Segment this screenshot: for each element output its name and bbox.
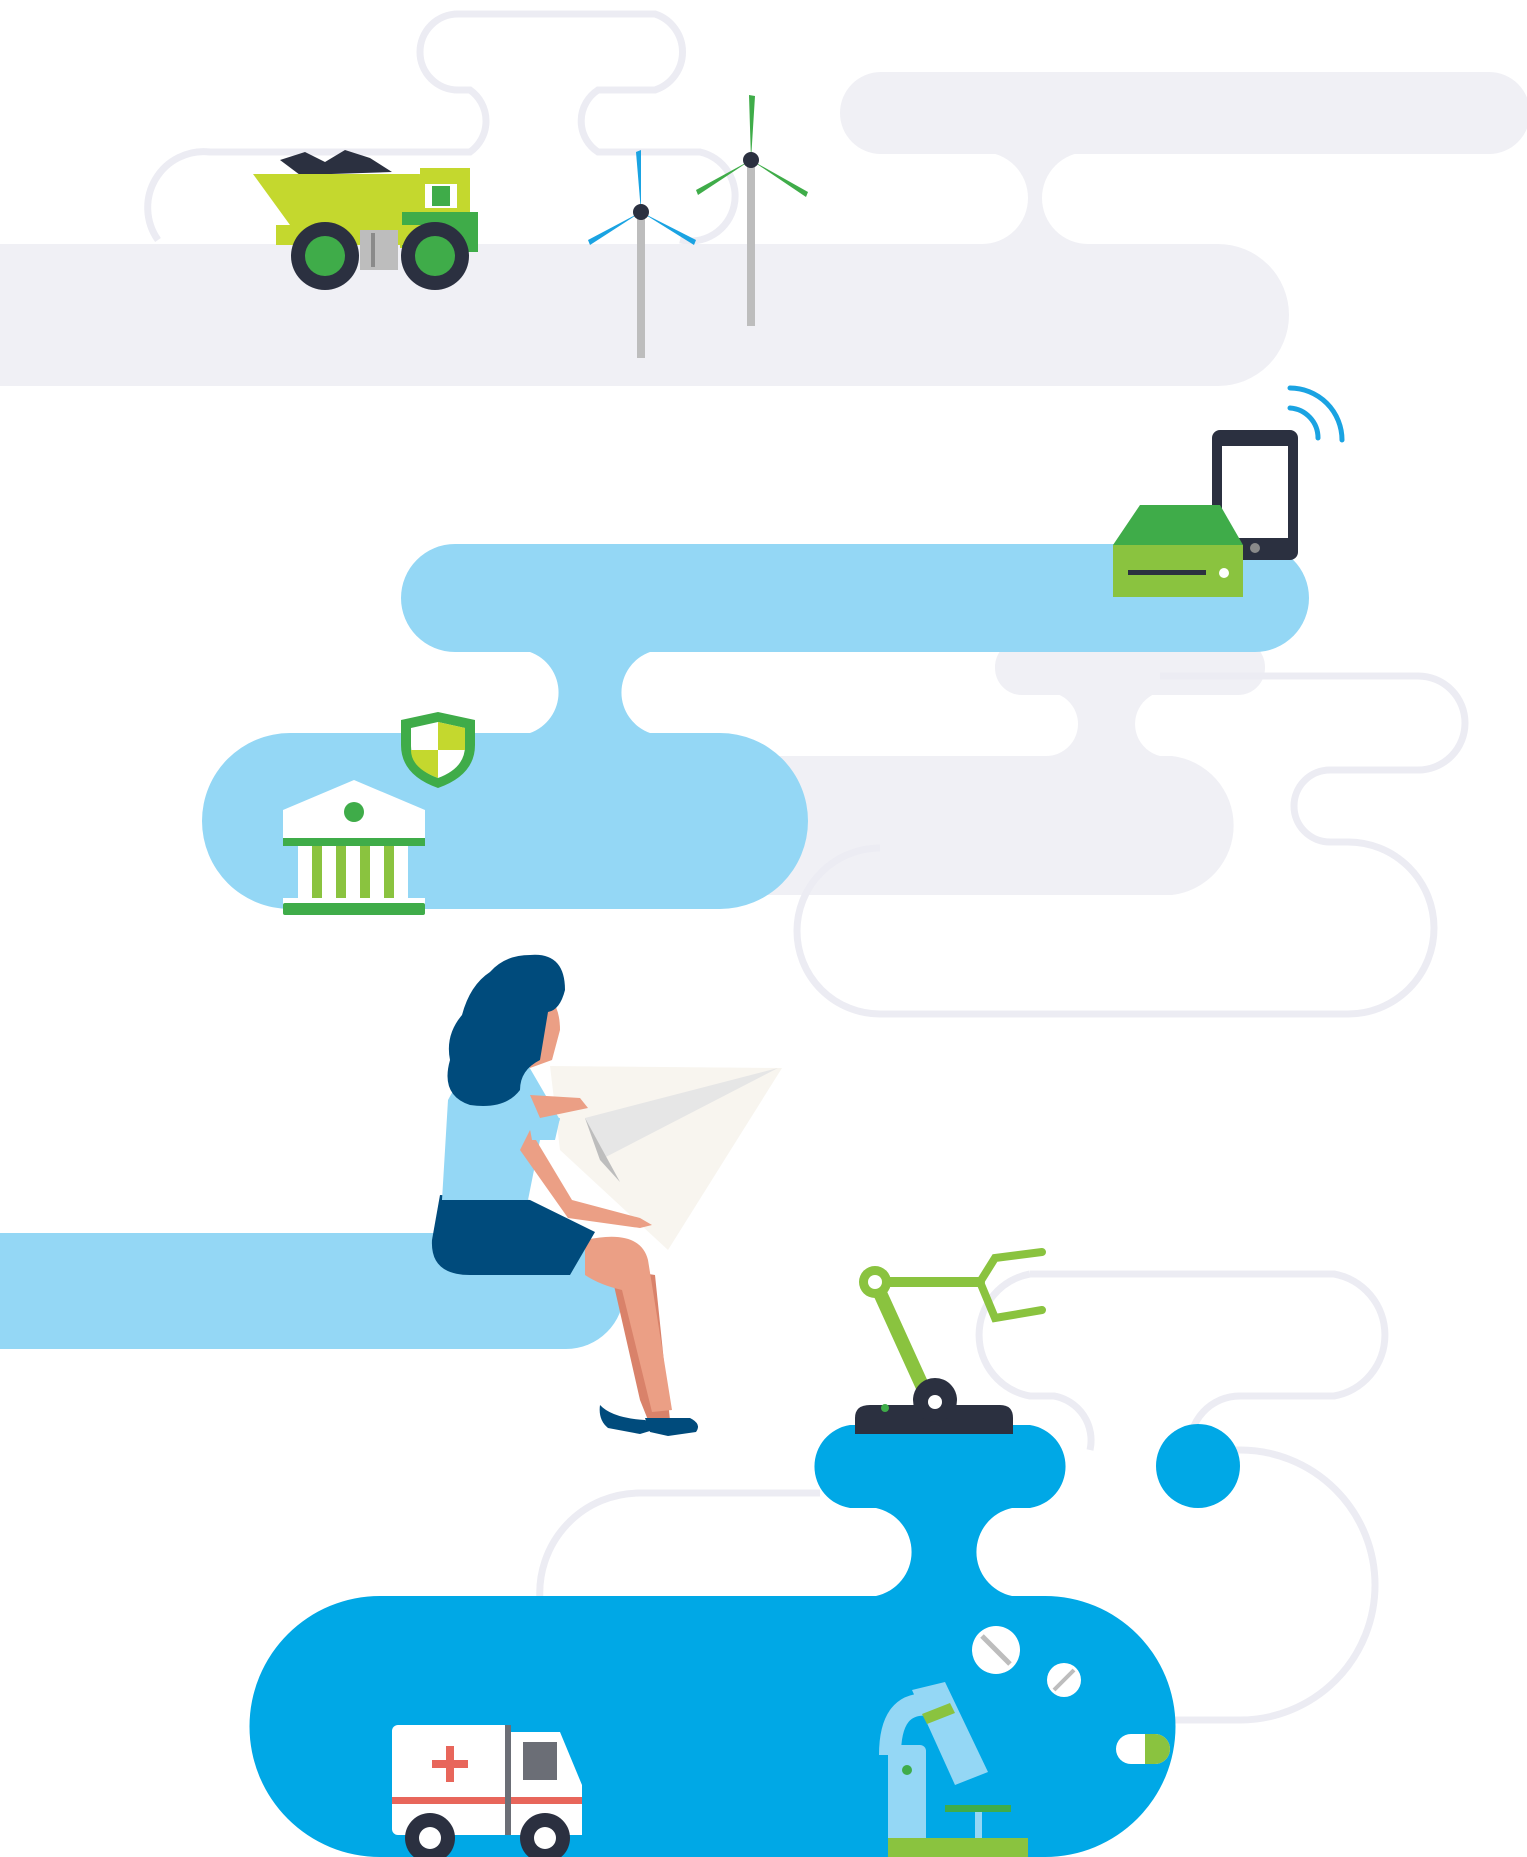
wifi-signal-icon bbox=[1287, 385, 1345, 443]
paper-plane-icon bbox=[550, 1066, 782, 1250]
pill-icon bbox=[972, 1626, 1020, 1674]
blue-bubble bbox=[1156, 1424, 1240, 1508]
outline-cloud-lower-left bbox=[536, 1489, 820, 1601]
pill-icon bbox=[1047, 1663, 1081, 1697]
gray-cloud-top-right bbox=[840, 72, 1527, 154]
capsule-icon bbox=[1116, 1734, 1170, 1764]
server-box-icon bbox=[1113, 505, 1243, 597]
industry-illustration bbox=[0, 10, 1527, 1857]
